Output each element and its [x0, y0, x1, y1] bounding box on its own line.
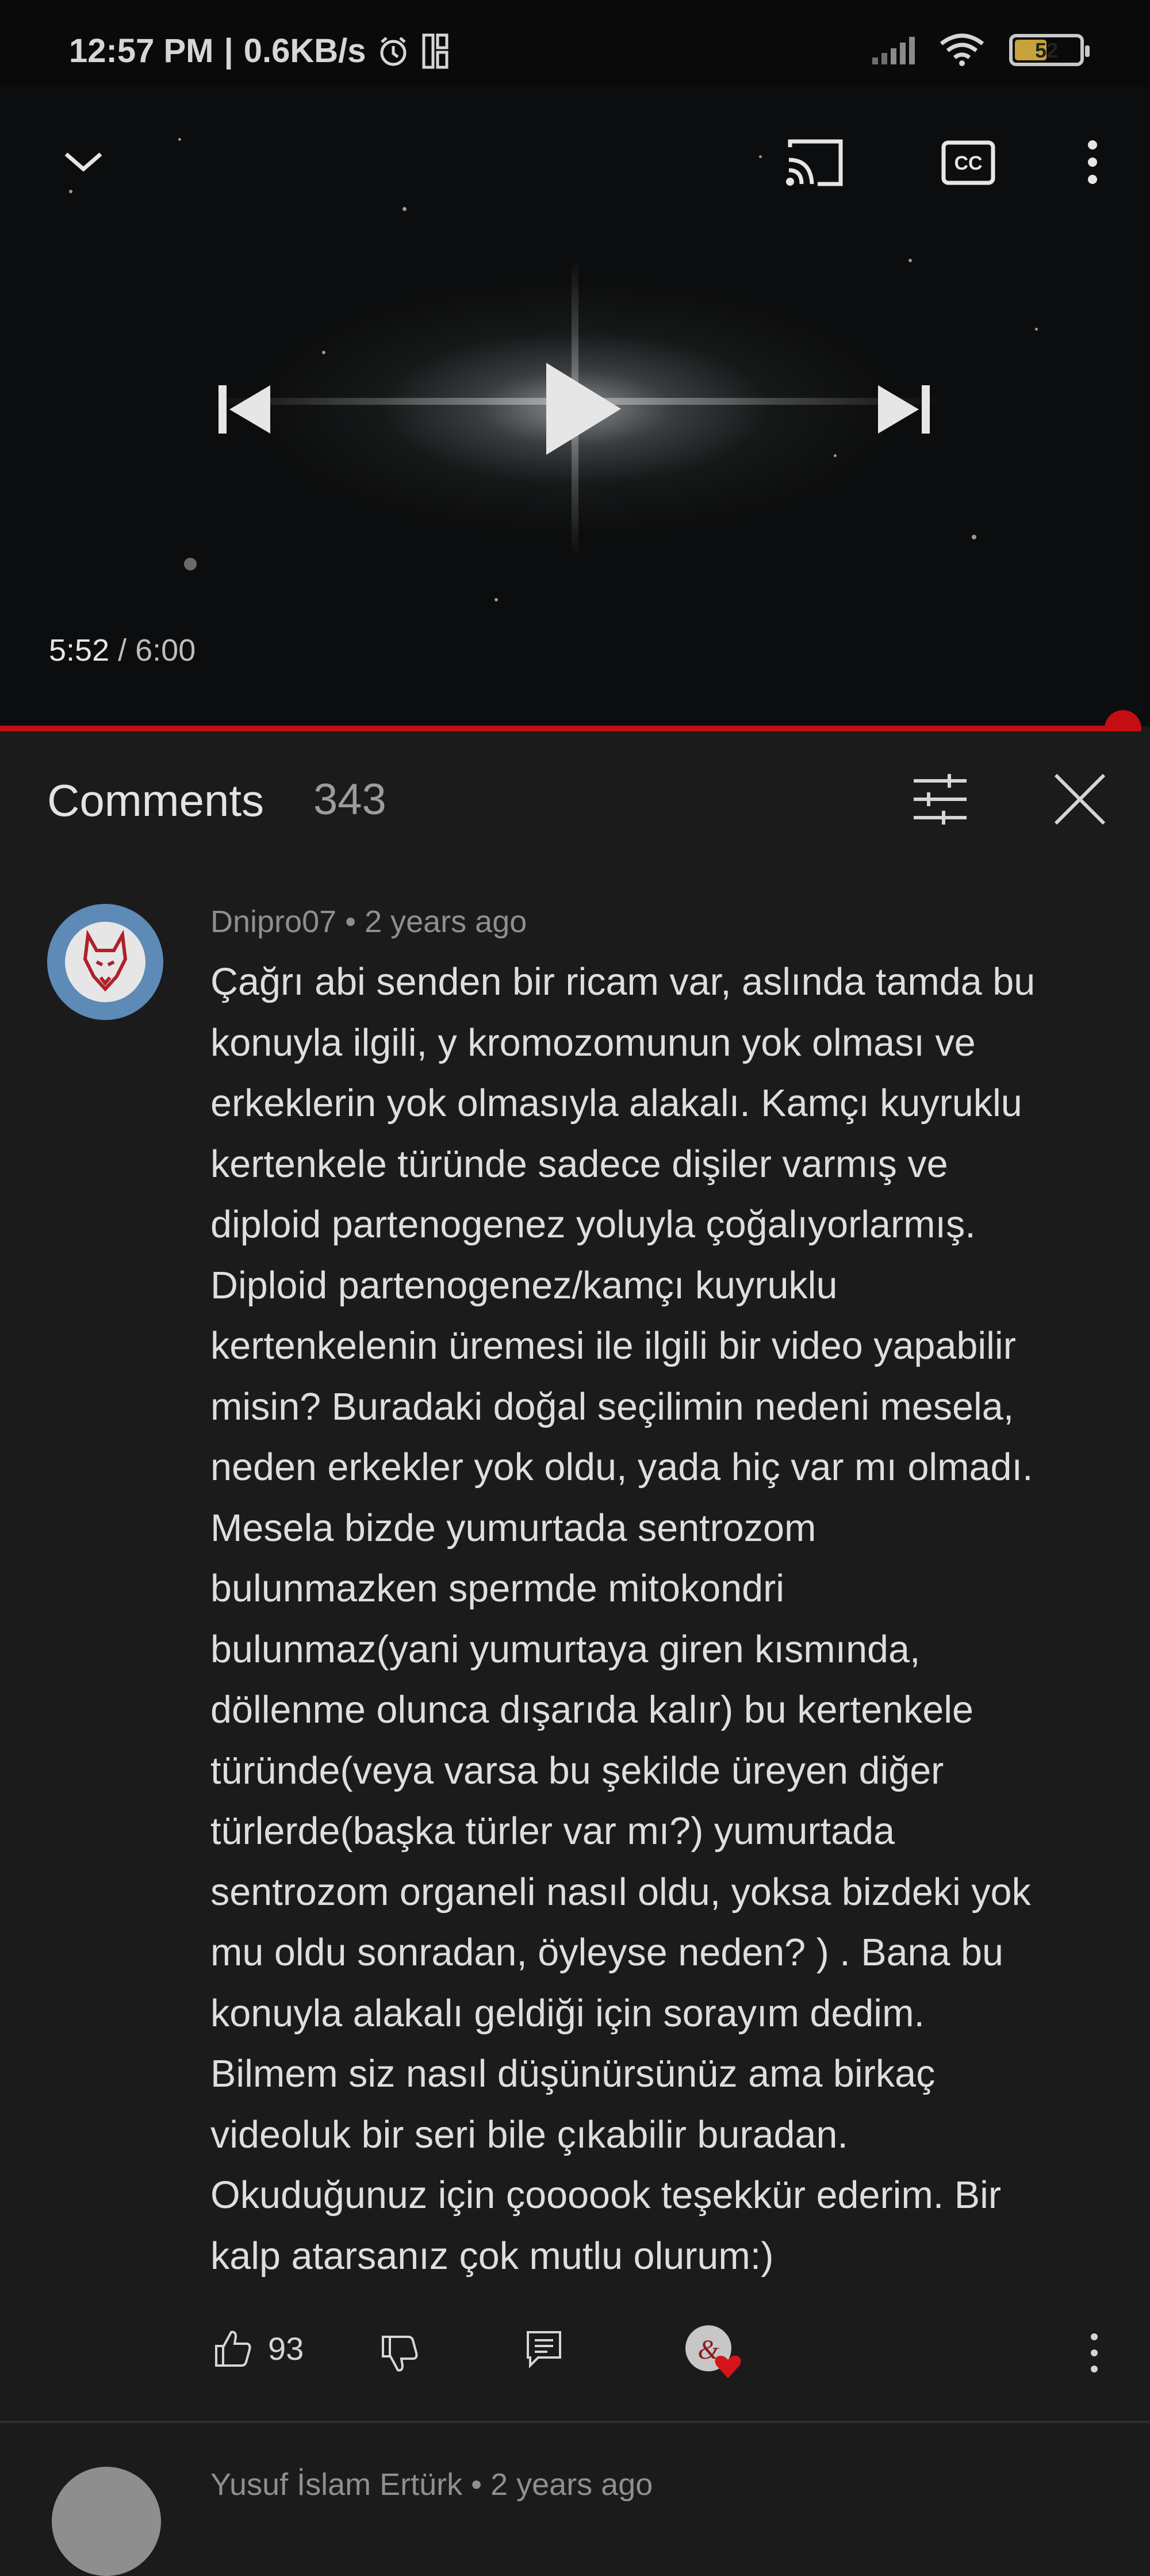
star — [322, 351, 325, 354]
comment-body: Çağrı abi senden bir ricam var, aslında … — [210, 952, 1107, 2287]
star — [1035, 328, 1038, 331]
star — [834, 454, 837, 457]
comment-line: bulunmazken spermde mitokondri — [210, 1567, 784, 1610]
alarm-icon — [380, 36, 407, 66]
more-vert-icon[interactable] — [1081, 138, 1104, 195]
reply-icon[interactable] — [524, 2329, 565, 2369]
status-bar: 12:57 PM | 0.6KB/s 52 — [0, 0, 1150, 86]
meta-separator: • — [471, 2467, 491, 2502]
video-player[interactable]: CC 5:52 / 6:00 — [0, 86, 1150, 727]
star — [972, 535, 976, 539]
comment-line: konuyla ilgili, y kromozomunun yok olmas… — [210, 1021, 976, 1064]
svg-text:CC: CC — [954, 152, 982, 174]
comment-line: döllenme olunca dışarıda kalır) bu kerte… — [210, 1689, 974, 1731]
captions-icon[interactable]: CC — [941, 140, 996, 186]
avatar-image — [65, 922, 145, 1002]
star — [69, 190, 72, 193]
close-icon[interactable] — [1052, 772, 1107, 827]
star — [184, 558, 197, 570]
avatar[interactable] — [52, 2467, 161, 2576]
star — [178, 138, 181, 141]
star — [402, 207, 407, 211]
time-separator: / — [118, 633, 136, 668]
comment-author[interactable]: Yusuf İslam Ertürk — [210, 2467, 462, 2502]
more-vert-icon[interactable] — [1086, 2331, 1103, 2377]
comment-line: kertenkele türünde sadece dişiler varmış… — [210, 1143, 948, 1186]
comment-meta: Dnipro07 • 2 years ago — [210, 904, 527, 940]
progress-bar[interactable] — [0, 726, 1123, 731]
wolf-logo-icon — [83, 930, 128, 992]
like-count: 93 — [268, 2330, 304, 2367]
comment-line: erkeklerin yok olmasıyla alakalı. Kamçı … — [210, 1082, 1022, 1125]
battery-tip — [1085, 45, 1090, 57]
comment-line: neden erkekler yok oldu, yada hiç var mı… — [210, 1446, 1033, 1489]
current-time: 5:52 — [49, 633, 110, 668]
signal-icon — [872, 37, 915, 64]
comment-line: Çağrı abi senden bir ricam var, aslında … — [210, 961, 1036, 1003]
comment-line: kalp atarsanız çok mutlu olurum:) — [210, 2234, 774, 2278]
wifi-icon — [940, 33, 984, 66]
comment-line: Mesela bizde yumurtada sentrozom — [210, 1506, 816, 1550]
comment-age: 2 years ago — [490, 2467, 653, 2502]
comment-actions: 93 & — [0, 2323, 1150, 2380]
play-icon[interactable] — [543, 360, 624, 458]
comment-line: Okuduğunuz için çoooook teşekkür ederim.… — [210, 2174, 1002, 2217]
comment-line: bulunmaz(yani yumurtaya giren kısmında, — [210, 1628, 921, 1671]
comments-header: Comments 343 — [0, 731, 1150, 841]
comment-line: kertenkelenin üremesi ile ilgili bir vid… — [210, 1325, 1016, 1367]
meta-separator: • — [345, 904, 365, 939]
comment-line: türünde(veya varsa bu şekilde üreyen diğ… — [210, 1749, 944, 1792]
battery-icon: 52 — [1009, 34, 1090, 66]
sim-card-icon — [422, 33, 448, 68]
next-icon[interactable] — [875, 381, 933, 438]
creator-heart-icon: & — [685, 2325, 741, 2378]
comment-line: mu oldu sonradan, öyleyse neden? ) . Ban… — [210, 1931, 1003, 1974]
comment-meta: Yusuf İslam Ertürk • 2 years ago — [210, 2467, 653, 2502]
star — [759, 155, 762, 158]
previous-icon[interactable] — [216, 381, 273, 438]
star — [908, 259, 912, 262]
comment-line: Bilmem siz nasıl düşünürsünüz ama birkaç — [210, 2053, 936, 2095]
comments-count: 343 — [313, 775, 386, 824]
comment-line: diploid partenogenez yoluyla çoğalıyorla… — [210, 1203, 976, 1246]
network-speed: 0.6KB/s — [243, 32, 366, 70]
collapse-chevron-icon[interactable] — [60, 144, 106, 178]
thumbs-up-icon[interactable] — [213, 2329, 253, 2369]
comment-line: konuyla alakalı geldiği için sorayım ded… — [210, 1992, 925, 2035]
comments-title: Comments — [47, 775, 264, 826]
comment-line: sentrozom organeli nasıl oldu, yoksa biz… — [210, 1870, 1031, 1914]
avatar[interactable] — [47, 904, 163, 1020]
cast-icon[interactable] — [783, 137, 846, 189]
time-display: 5:52 / 6:00 — [49, 632, 195, 668]
thumbs-down-icon[interactable] — [379, 2333, 420, 2374]
comment-line: Diploid partenogenez/kamçı kuyruklu — [210, 1264, 838, 1307]
sort-filter-icon[interactable] — [911, 772, 969, 827]
battery-level: 52 — [1034, 39, 1059, 62]
comment-author[interactable]: Dnipro07 — [210, 904, 336, 939]
comment-line: türlerde(başka türler var mı?) yumurtada — [210, 1810, 895, 1853]
separator: | — [224, 32, 233, 70]
duration: 6:00 — [135, 633, 196, 668]
comment-age: 2 years ago — [365, 904, 527, 939]
clock: 12:57 PM — [69, 32, 214, 70]
divider — [0, 2421, 1150, 2423]
comment-line: misin? Buradaki doğal seçilimin nedeni m… — [210, 1385, 1014, 1428]
comment-line: videoluk bir seri bile çıkabilir buradan… — [210, 2113, 848, 2156]
star — [494, 598, 498, 601]
